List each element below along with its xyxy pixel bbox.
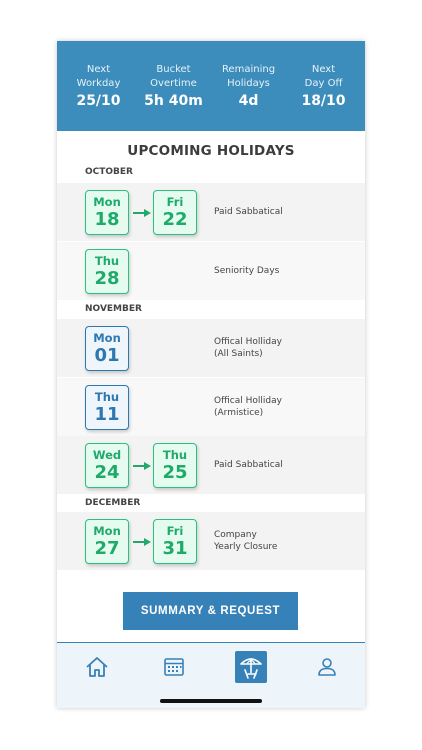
day-number: 31	[162, 538, 188, 559]
holiday-row[interactable]: Mon 01 Offical Holliday (All Saints)	[57, 319, 365, 377]
stat-remaining-holidays: Remaining Holidays 4d	[214, 63, 284, 110]
stat-next-workday: Next Workday 25/10	[64, 63, 134, 110]
holiday-description: Offical Holliday (Armistice)	[214, 378, 354, 436]
stat-bucket-overtime: Bucket Overtime 5h 40m	[139, 63, 209, 110]
holiday-row[interactable]: Mon 18 Fri 22 Paid Sabbatical	[57, 183, 365, 241]
holiday-description: Seniority Days	[214, 242, 354, 300]
holiday-type: Offical Holliday	[214, 336, 282, 347]
day-of-week: Mon	[93, 524, 121, 538]
day-of-week: Fri	[166, 524, 184, 538]
start-date-badge: Mon 27	[85, 519, 129, 564]
start-date-badge: Thu 11	[85, 385, 129, 430]
summary-request-button[interactable]: SUMMARY & REQUEST	[123, 592, 298, 630]
arrow-right-icon	[133, 209, 151, 217]
stat-label: Bucket	[156, 63, 191, 75]
stat-label: Next	[311, 63, 336, 75]
stat-label: Holidays	[227, 77, 270, 89]
day-number: 01	[94, 345, 120, 366]
end-date-badge: Fri 22	[153, 190, 197, 235]
end-date-badge: Thu 25	[153, 443, 197, 488]
phone-screen: Next Workday 25/10 Bucket Overtime 5h 40…	[57, 41, 365, 708]
stat-next-day-off: Next Day Off 18/10	[289, 63, 359, 110]
arrow-right-icon	[133, 462, 151, 470]
holiday-type: Company	[214, 529, 257, 540]
arrow-right-icon	[133, 538, 151, 546]
calendar-icon[interactable]	[158, 651, 190, 683]
holiday-description: Paid Sabbatical	[214, 436, 354, 494]
day-number: 25	[162, 462, 188, 483]
month-label-december: DECEMBER	[85, 498, 141, 508]
day-number: 11	[94, 404, 120, 425]
holiday-type: Seniority Days	[214, 265, 280, 276]
day-of-week: Mon	[93, 195, 121, 209]
holiday-detail: (Armistice)	[214, 408, 264, 418]
holiday-row[interactable]: Mon 27 Fri 31 Company Yearly Closure	[57, 512, 365, 570]
bottom-nav	[57, 642, 365, 708]
stat-value: 18/10	[301, 92, 346, 109]
stat-label: Day Off	[304, 77, 343, 89]
stat-value: 5h 40m	[144, 92, 203, 109]
stat-label: Overtime	[150, 77, 197, 89]
month-label-november: NOVEMBER	[85, 304, 142, 314]
home-icon[interactable]	[81, 651, 113, 683]
start-date-badge: Mon 01	[85, 326, 129, 371]
day-of-week: Thu	[94, 390, 120, 404]
holiday-type: Paid Sabbatical	[214, 206, 283, 217]
stat-value: 25/10	[76, 92, 121, 109]
holiday-description: Company Yearly Closure	[214, 512, 354, 570]
day-number: 27	[94, 538, 120, 559]
beach-umbrella-icon[interactable]	[235, 651, 267, 683]
holiday-row[interactable]: Wed 24 Thu 25 Paid Sabbatical	[57, 436, 365, 494]
holiday-type: Paid Sabbatical	[214, 459, 283, 470]
day-of-week: Thu	[94, 254, 120, 268]
user-icon[interactable]	[311, 651, 343, 683]
day-of-week: Mon	[93, 331, 121, 345]
summary-header: Next Workday 25/10 Bucket Overtime 5h 40…	[57, 41, 365, 131]
holiday-type: Offical Holliday	[214, 395, 282, 406]
day-of-week: Fri	[166, 195, 184, 209]
home-indicator[interactable]	[160, 699, 262, 703]
start-date-badge: Thu 28	[85, 249, 129, 294]
end-date-badge: Fri 31	[153, 519, 197, 564]
stat-value: 4d	[238, 92, 259, 109]
day-number: 28	[94, 268, 120, 289]
holiday-description: Paid Sabbatical	[214, 183, 354, 241]
holiday-row[interactable]: Thu 28 Seniority Days	[57, 242, 365, 300]
stat-label: Workday	[76, 77, 121, 89]
stat-label: Next	[86, 63, 111, 75]
holiday-description: Offical Holliday (All Saints)	[214, 319, 354, 377]
day-of-week: Wed	[92, 448, 122, 462]
page-title: UPCOMING HOLIDAYS	[127, 143, 295, 159]
day-number: 18	[94, 209, 120, 230]
day-of-week: Thu	[162, 448, 188, 462]
month-label-october: OCTOBER	[85, 167, 133, 177]
holiday-detail: Yearly Closure	[214, 542, 278, 552]
stat-label: Remaining	[221, 63, 276, 75]
day-number: 24	[94, 462, 120, 483]
holiday-row[interactable]: Thu 11 Offical Holliday (Armistice)	[57, 378, 365, 436]
day-number: 22	[162, 209, 188, 230]
start-date-badge: Wed 24	[85, 443, 129, 488]
holiday-detail: (All Saints)	[214, 349, 263, 359]
start-date-badge: Mon 18	[85, 190, 129, 235]
